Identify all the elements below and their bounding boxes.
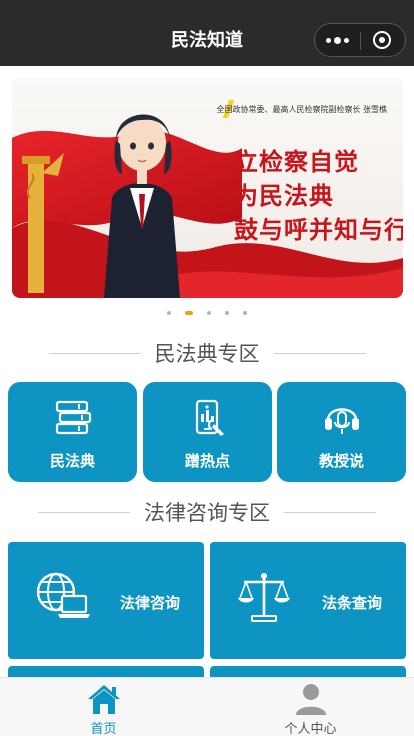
banner-quote: 全国政协常委、最高人民检察院副检察长 张雪樵	[216, 105, 387, 114]
civil-code-grid: 民法典 蹭热点 教授说	[8, 382, 406, 482]
carousel-dot[interactable]	[167, 311, 171, 315]
card-label: 民法典	[49, 452, 95, 470]
card-civil-code[interactable]: 民法典	[8, 382, 137, 482]
divider-line	[38, 511, 130, 513]
divider-line	[48, 352, 141, 354]
carousel-dot[interactable]	[225, 311, 229, 315]
mini-program-capsule	[314, 23, 406, 57]
card-hot-topics[interactable]: 蹭热点	[143, 382, 272, 482]
page: 民法知道 全国政协常委、最高人民检察院副检察长 张雪樵 立检察自觉 为民法典 鼓…	[0, 0, 414, 736]
close-button[interactable]	[359, 24, 405, 56]
divider-line	[273, 352, 366, 354]
card-label: 法条查询	[322, 594, 383, 612]
banner-carousel[interactable]: 全国政协常委、最高人民检察院副检察长 张雪樵 立检察自觉 为民法典 鼓与呼并知与…	[12, 78, 403, 298]
section-title-legal: 法律咨询专区	[0, 497, 414, 527]
card-label: 蹭热点	[184, 452, 230, 470]
card-legal-consultation[interactable]: 法律咨询	[8, 542, 204, 659]
banner-headline-1: 立检察自觉	[234, 147, 359, 176]
tab-profile[interactable]: 个人中心	[207, 678, 414, 736]
books-icon	[8, 398, 137, 438]
card-law-lookup[interactable]: 法条查询	[210, 542, 406, 659]
carousel-dot[interactable]	[207, 311, 211, 315]
banner-headline-3: 鼓与呼并知与行	[234, 215, 403, 244]
close-target-icon	[373, 31, 391, 49]
section-title-text: 民法典专区	[154, 342, 260, 366]
section-title-civil: 民法典专区	[0, 338, 414, 368]
tab-home[interactable]: 首页	[0, 678, 207, 736]
tab-label: 首页	[90, 722, 117, 736]
carousel-dot[interactable]	[185, 311, 193, 315]
card-professor-talks[interactable]: 教授说	[277, 382, 406, 482]
home-icon	[0, 682, 207, 716]
more-dots-icon	[326, 37, 331, 43]
phone-chart-icon	[143, 398, 272, 438]
tab-label: 个人中心	[284, 722, 337, 736]
card-label: 法律咨询	[120, 594, 181, 612]
section-title-text: 法律咨询专区	[144, 501, 270, 525]
user-icon	[207, 682, 414, 716]
scales-icon	[236, 570, 292, 628]
tab-bar: 首页 个人中心	[0, 677, 414, 736]
navigation-bar: 民法知道	[0, 0, 414, 66]
more-dots-icon	[334, 36, 341, 44]
carousel-dot[interactable]	[243, 311, 247, 315]
carousel-indicator	[0, 311, 414, 315]
headset-icon	[277, 398, 406, 438]
more-dots-icon	[344, 37, 349, 43]
more-button[interactable]	[315, 24, 360, 56]
globe-laptop-icon	[34, 570, 92, 626]
card-label: 教授说	[318, 452, 364, 470]
banner-headline-2: 为民法典	[234, 181, 334, 210]
divider-line	[284, 511, 376, 513]
